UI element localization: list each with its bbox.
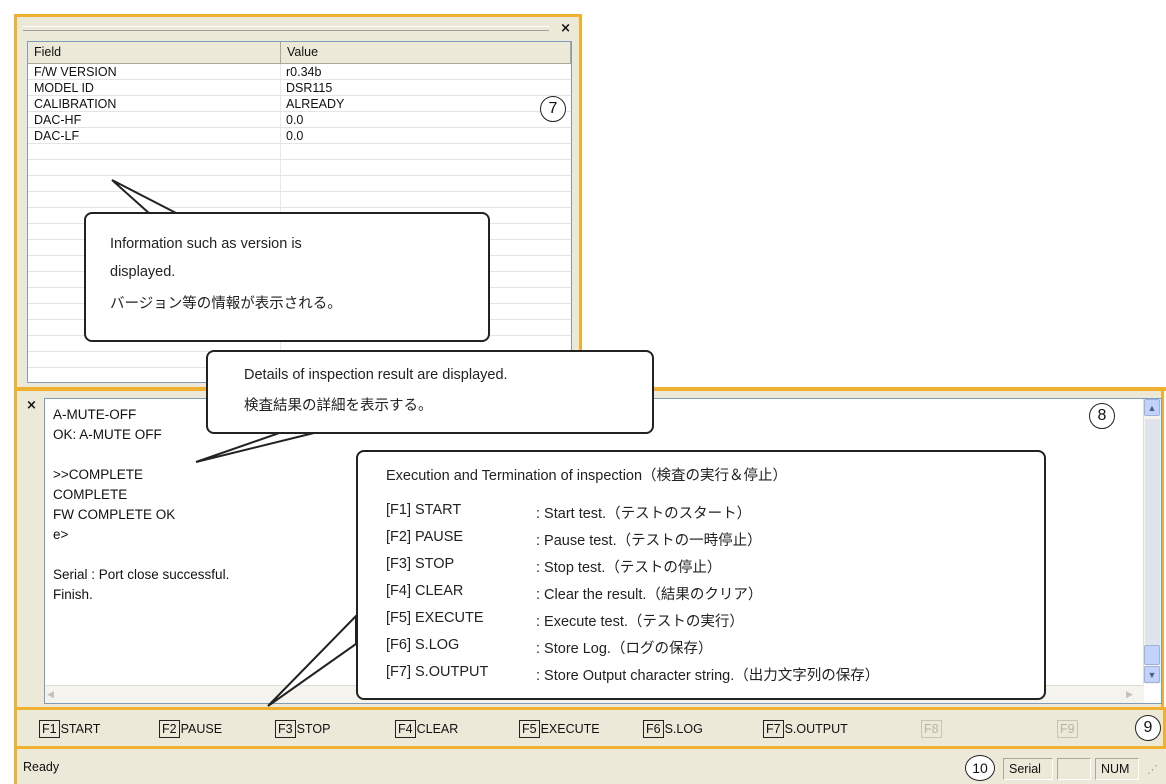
execution-desc: : Stop test.（テストの停止） <box>536 560 722 576</box>
execution-key: [F3] STOP <box>386 556 455 572</box>
execution-key: [F1] START <box>386 502 462 518</box>
execution-key: [F2] PAUSE <box>386 529 464 545</box>
version-callout-line: バージョン等の情報が表示される。 <box>110 296 342 312</box>
execution-key: [F6] S.LOG <box>386 637 460 653</box>
execution-callout: Execution and Termination of inspection（… <box>356 450 1046 700</box>
execution-key: [F5] EXECUTE <box>386 610 484 626</box>
version-callout: Information such as version is displayed… <box>84 212 490 342</box>
execution-key: [F7] S.OUTPUT <box>386 664 489 680</box>
execution-desc: : Store Output character string.（出力文字列の保… <box>536 668 880 684</box>
details-callout-pointer <box>195 431 319 463</box>
execution-desc: : Pause test.（テストの一時停止） <box>536 533 762 549</box>
execution-callout-pointer <box>267 613 357 707</box>
version-callout-line: Information such as version is <box>110 236 302 252</box>
execution-desc: : Start test.（テストのスタート） <box>536 506 752 522</box>
execution-key: [F4] CLEAR <box>386 583 464 599</box>
execution-desc: : Execute test.（テストの実行） <box>536 614 744 630</box>
version-callout-pointer <box>111 179 179 215</box>
execution-callout-title: Execution and Termination of inspection（… <box>386 468 788 484</box>
details-callout-line: Details of inspection result are display… <box>244 367 508 383</box>
details-callout-line: 検査結果の詳細を表示する。 <box>244 398 433 414</box>
execution-desc: : Store Log.（ログの保存） <box>536 641 713 657</box>
execution-desc: : Clear the result.（結果のクリア） <box>536 587 763 603</box>
version-callout-line: displayed. <box>110 264 176 280</box>
details-callout: Details of inspection result are display… <box>206 350 654 434</box>
